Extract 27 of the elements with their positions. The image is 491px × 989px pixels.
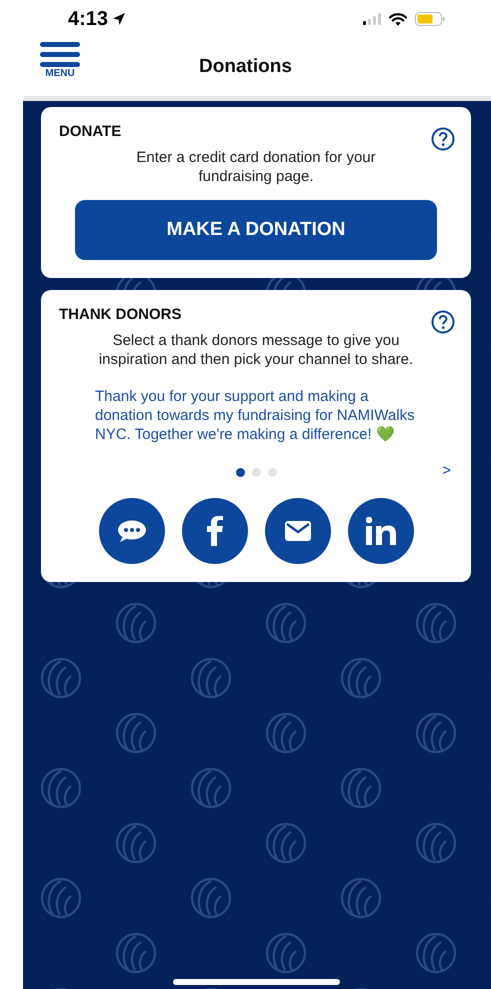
make-donation-button[interactable]: MAKE A DONATION xyxy=(75,200,437,260)
thank-you-message: Thank you for your support and making a donation towards my fundraising for NAMIWalks NYC. Together we're making a difference! 💚 xyxy=(95,387,416,444)
battery-icon xyxy=(415,12,445,26)
location-arrow-icon xyxy=(112,12,126,26)
wifi-icon xyxy=(389,12,407,26)
page-title: Donations xyxy=(199,56,292,78)
page-dot[interactable] xyxy=(236,468,244,476)
card-title: DONATE xyxy=(59,123,122,140)
help-button[interactable] xyxy=(431,127,455,151)
help-icon xyxy=(431,310,455,334)
linkedin-icon xyxy=(366,517,396,545)
card-title: THANK DONORS xyxy=(59,306,182,323)
chat-bubble-icon xyxy=(118,520,146,542)
help-button[interactable] xyxy=(431,310,455,334)
menu-label: MENU xyxy=(45,68,75,79)
page-dot[interactable] xyxy=(268,468,276,476)
card-description: Select a thank donors message to give you inspiration and then pick your channel to share. xyxy=(98,331,414,369)
status-time: 4:13 xyxy=(68,8,108,30)
facebook-icon xyxy=(206,516,222,546)
menu-button[interactable]: MENU xyxy=(40,42,80,79)
menu-icon xyxy=(40,42,80,68)
help-icon xyxy=(431,127,455,151)
next-button[interactable]: > xyxy=(440,462,453,479)
envelope-icon xyxy=(284,521,310,541)
page-dot[interactable] xyxy=(252,468,260,476)
card-description: Enter a credit card donation for your fundraising page. xyxy=(135,148,377,186)
signal-icon xyxy=(363,13,381,25)
